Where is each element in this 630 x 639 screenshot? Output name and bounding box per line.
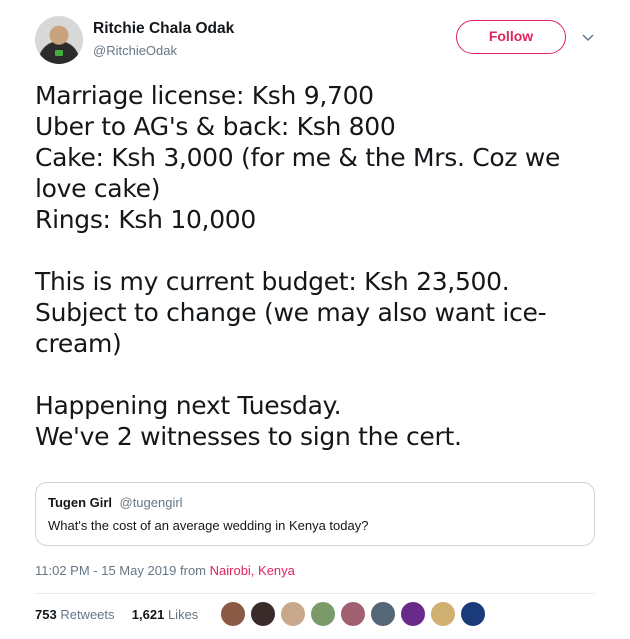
- liker-avatar[interactable]: [280, 601, 306, 627]
- user-handle[interactable]: @RitchieOdak: [93, 43, 177, 58]
- quoted-tweet-handle: @tugengirl: [119, 495, 183, 510]
- liker-avatar[interactable]: [400, 601, 426, 627]
- tweet-timestamp: 11:02 PM - 15 May 2019 from Nairobi, Ken…: [35, 563, 295, 578]
- tweet-header: Ritchie Chala Odak @RitchieOdak Follow: [35, 14, 605, 64]
- avatar[interactable]: [35, 16, 83, 64]
- timestamp-text: 11:02 PM - 15 May 2019 from: [35, 563, 210, 578]
- liker-avatar[interactable]: [310, 601, 336, 627]
- divider: [35, 593, 595, 594]
- retweets-count[interactable]: 753: [35, 607, 57, 622]
- retweets-label[interactable]: Retweets: [60, 607, 114, 622]
- quoted-tweet[interactable]: Tugen Girl @tugengirl What's the cost of…: [35, 482, 595, 546]
- liker-avatar[interactable]: [370, 601, 396, 627]
- liker-avatar[interactable]: [460, 601, 486, 627]
- likes-label[interactable]: Likes: [168, 607, 198, 622]
- display-name[interactable]: Ritchie Chala Odak: [93, 20, 234, 38]
- quoted-tweet-text: What's the cost of an average wedding in…: [48, 518, 369, 533]
- tweet-stats: 753 Retweets 1,621 Likes: [35, 607, 198, 622]
- chevron-down-icon[interactable]: [581, 30, 595, 44]
- liker-avatar[interactable]: [430, 601, 456, 627]
- tweet-text: Marriage license: Ksh 9,700 Uber to AG's…: [35, 81, 561, 451]
- likes-count[interactable]: 1,621: [132, 607, 165, 622]
- liker-avatars: [220, 601, 490, 629]
- liker-avatar[interactable]: [340, 601, 366, 627]
- avatar-badge: [55, 50, 63, 56]
- location-link[interactable]: Nairobi, Kenya: [210, 563, 295, 578]
- follow-button[interactable]: Follow: [456, 20, 566, 54]
- quoted-tweet-name: Tugen Girl: [48, 495, 113, 510]
- liker-avatar[interactable]: [250, 601, 276, 627]
- liker-avatar[interactable]: [220, 601, 246, 627]
